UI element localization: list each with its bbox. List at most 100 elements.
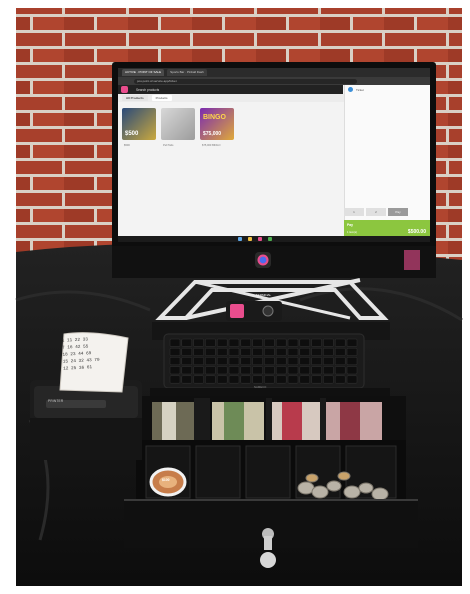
keyboard-key bbox=[240, 338, 252, 347]
product-label: $75,000 BINGO bbox=[202, 144, 221, 147]
keyboard-key bbox=[287, 338, 299, 347]
keyboard-key bbox=[193, 357, 204, 366]
key-button[interactable]: Pay bbox=[388, 208, 408, 216]
keyboard-key bbox=[228, 347, 240, 356]
pay-sub: 1 item(s) bbox=[347, 231, 358, 234]
keyboard-key bbox=[299, 338, 311, 347]
keyboard-key bbox=[334, 347, 346, 356]
keyboard-key bbox=[252, 357, 263, 366]
product-tile[interactable] bbox=[161, 108, 195, 140]
keyboard-key bbox=[287, 347, 299, 356]
keyboard-key bbox=[275, 357, 287, 366]
keyboard-key bbox=[299, 357, 311, 366]
ticket-header: Ticket bbox=[345, 85, 430, 94]
keyboard-key bbox=[205, 366, 216, 375]
keyboard-key bbox=[299, 366, 311, 375]
keyboard-key bbox=[299, 347, 311, 356]
browser-urlbar: pos.point.of.service.app/ticket bbox=[118, 77, 430, 85]
browser-icon[interactable] bbox=[268, 237, 272, 241]
ticket-title: Ticket bbox=[356, 87, 364, 92]
keypad: 1 2 Pay bbox=[344, 208, 408, 216]
url-field[interactable]: pos.point.of.service.app/ticket bbox=[134, 78, 357, 84]
keyboard-key bbox=[287, 366, 299, 375]
keyboard-key bbox=[181, 357, 193, 366]
keyboard-key bbox=[252, 375, 263, 384]
tab-products[interactable]: Products bbox=[151, 95, 172, 101]
tab-all-products[interactable]: All Products bbox=[122, 95, 148, 101]
keyboard-key bbox=[264, 338, 275, 347]
keyboard-key bbox=[216, 375, 228, 384]
keyboard-key bbox=[346, 338, 358, 347]
product-caption: $75,000 bbox=[203, 131, 222, 137]
keyboard-key bbox=[264, 366, 275, 375]
keyboard-key bbox=[205, 347, 216, 356]
keyboard-key bbox=[193, 338, 204, 347]
keyboard-key bbox=[169, 357, 181, 366]
keyboard-key bbox=[181, 375, 193, 384]
keyboard-key bbox=[346, 357, 358, 366]
keyboard-key bbox=[323, 375, 334, 384]
keyboard-key bbox=[311, 357, 322, 366]
keyboard-key bbox=[228, 366, 240, 375]
keyboard-key bbox=[334, 375, 346, 384]
keyboard-key bbox=[216, 347, 228, 356]
search-input[interactable]: Search products bbox=[136, 88, 159, 92]
printer-label: PRINTER bbox=[48, 399, 64, 403]
keyboard-key bbox=[346, 366, 358, 375]
folder-icon[interactable] bbox=[248, 237, 252, 241]
keyboard-key bbox=[216, 366, 228, 375]
ticket-panel: Ticket bbox=[344, 85, 430, 242]
app-tabs: All Products Products bbox=[118, 94, 347, 102]
pay-amount: $500.00 bbox=[407, 229, 426, 235]
key-button[interactable]: 2 bbox=[366, 208, 386, 216]
app-icon[interactable] bbox=[258, 237, 262, 241]
keyboard-brand: NAMECO bbox=[254, 385, 267, 389]
product-tile[interactable]: BINGO $75,000 bbox=[200, 108, 234, 140]
ticket-icon bbox=[348, 87, 353, 92]
keyboard-key bbox=[275, 338, 287, 347]
keyboard-key bbox=[228, 357, 240, 366]
browser-tab[interactable]: Sports Bar · Pinball Dash bbox=[167, 69, 207, 76]
product-caption: $500 bbox=[125, 131, 139, 137]
keyboard-key bbox=[311, 338, 322, 347]
product-tile[interactable]: $500 bbox=[122, 108, 156, 140]
keyboard-key bbox=[323, 347, 334, 356]
receipt-text: 1 11 22 33 7 16 42 55 18 23 44 69 15 24 … bbox=[62, 334, 129, 395]
keyboard-key bbox=[240, 375, 252, 384]
keyboard-key bbox=[287, 357, 299, 366]
keyboard-key bbox=[181, 347, 193, 356]
keyboard-key bbox=[311, 375, 322, 384]
keyboard-key bbox=[216, 338, 228, 347]
keyboard-key bbox=[346, 347, 358, 356]
keyboard-key bbox=[323, 357, 334, 366]
keyboard-key bbox=[299, 375, 311, 384]
pay-label: Pay bbox=[347, 223, 354, 227]
keyboard-key bbox=[169, 375, 181, 384]
keyboard-key bbox=[205, 338, 216, 347]
keyboard-key bbox=[240, 347, 252, 356]
chip-value: $100 bbox=[162, 478, 170, 482]
keyboard-key bbox=[323, 366, 334, 375]
keyboard-key bbox=[205, 357, 216, 366]
keyboard-key bbox=[311, 347, 322, 356]
product-label: Pull Tabs bbox=[163, 144, 174, 147]
keyboard-key bbox=[228, 375, 240, 384]
keyboard-key bbox=[252, 366, 263, 375]
keyboard-key bbox=[323, 338, 334, 347]
scanner-label: TERMINAL bbox=[256, 293, 272, 297]
browser-tabbar: ACTIVE · POINT OF SALE Sports Bar · Pinb… bbox=[118, 68, 430, 77]
keyboard-key bbox=[334, 338, 346, 347]
windows-start-icon[interactable] bbox=[238, 237, 242, 241]
keyboard-key bbox=[275, 375, 287, 384]
key-button[interactable]: 1 bbox=[344, 208, 364, 216]
keyboard-key bbox=[240, 366, 252, 375]
keyboard-key bbox=[334, 357, 346, 366]
keyboard-key bbox=[311, 366, 322, 375]
keyboard-key bbox=[346, 375, 358, 384]
app-logo-icon bbox=[121, 86, 128, 93]
keyboard-key bbox=[252, 347, 263, 356]
keyboard-key bbox=[193, 366, 204, 375]
keyboard-key bbox=[228, 338, 240, 347]
keyboard-key bbox=[169, 347, 181, 356]
browser-tab[interactable]: ACTIVE · POINT OF SALE bbox=[122, 69, 165, 76]
